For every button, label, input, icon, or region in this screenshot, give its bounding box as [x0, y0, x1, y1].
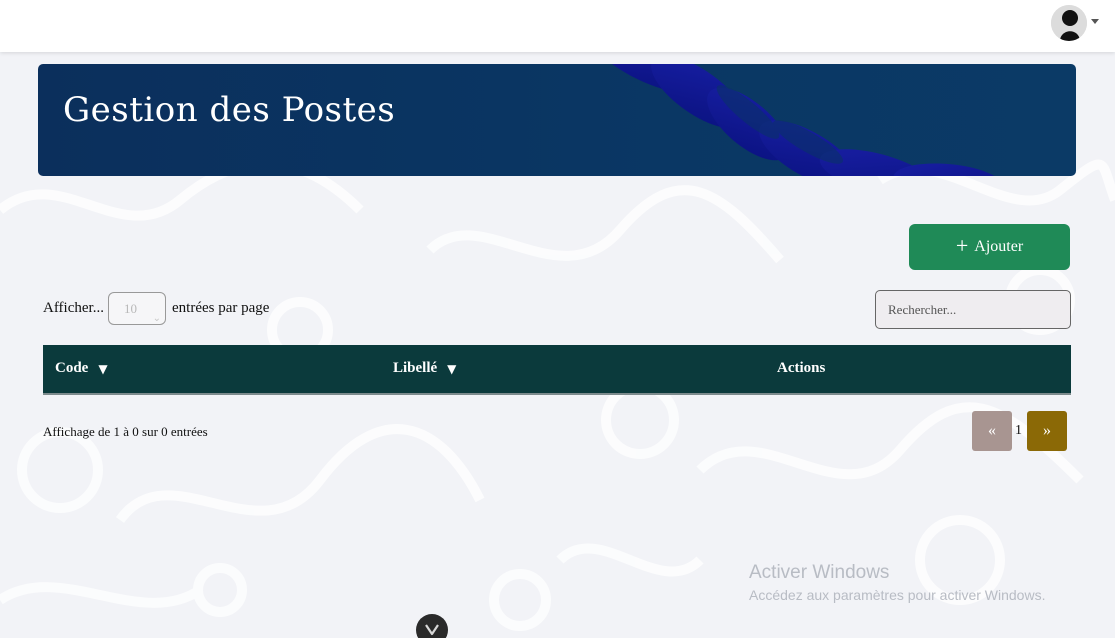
bottom-toggle-button[interactable] — [416, 614, 448, 638]
page-banner: Gestion des Postes — [38, 64, 1076, 176]
length-prefix-label: Afficher... — [43, 300, 104, 316]
sort-desc-icon: ▼ — [98, 361, 108, 376]
column-header-code[interactable]: Code ▼ — [55, 360, 108, 377]
user-avatar-icon[interactable] — [1051, 5, 1087, 41]
column-header-label: Actions — [777, 360, 826, 376]
search-input[interactable] — [875, 290, 1071, 329]
page-title: Gestion des Postes — [63, 90, 396, 130]
plus-icon: + — [955, 233, 969, 258]
chevron-down-icon — [425, 624, 439, 636]
banner-decoration — [592, 64, 1003, 176]
entries-per-page-value: 10 — [124, 301, 137, 316]
caret-down-icon[interactable] — [1091, 19, 1099, 24]
add-button-label: Ajouter — [974, 238, 1024, 255]
top-navbar — [0, 0, 1115, 52]
entries-per-page-select[interactable]: 10 ⌄ — [108, 292, 166, 325]
table-header: Code ▼ Libellé ▼ Actions — [43, 345, 1071, 395]
length-suffix-label: entrées par page — [172, 300, 270, 316]
column-header-actions: Actions — [777, 360, 825, 377]
chevron-down-icon: ⌄ — [152, 313, 161, 324]
column-header-label: Libellé — [393, 360, 438, 376]
column-header-libelle[interactable]: Libellé ▼ — [393, 360, 456, 377]
activation-watermark-title: Activer Windows — [749, 562, 890, 583]
pagination-next-button[interactable]: » — [1027, 411, 1067, 451]
sort-desc-icon: ▼ — [447, 361, 457, 376]
table-info: Affichage de 1 à 0 sur 0 entrées — [43, 424, 208, 439]
add-button[interactable]: + Ajouter — [909, 224, 1070, 270]
pagination-previous-button[interactable]: « — [972, 411, 1012, 451]
pagination-current-page[interactable]: 1 — [1015, 423, 1022, 439]
activation-watermark-subtitle: Accédez aux paramètres pour activer Wind… — [749, 587, 1046, 603]
column-header-label: Code — [55, 360, 89, 376]
